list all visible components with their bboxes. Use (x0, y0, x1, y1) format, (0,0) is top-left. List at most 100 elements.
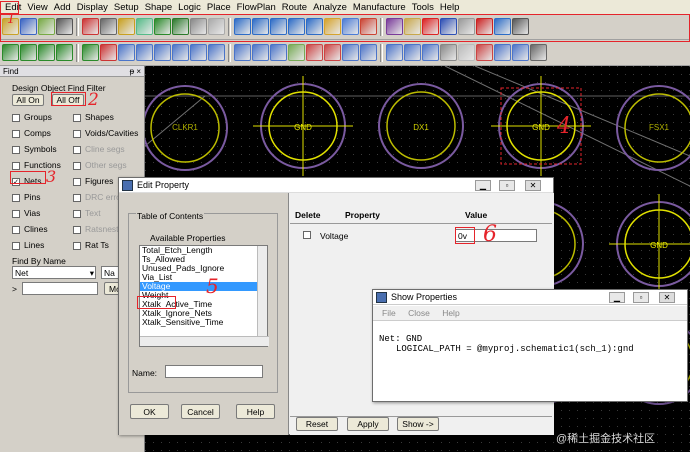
checkbox[interactable] (73, 129, 81, 138)
secondary-tool-16-icon[interactable] (288, 44, 305, 61)
checkbox[interactable] (73, 193, 81, 202)
checkbox[interactable] (12, 113, 20, 122)
ok-button[interactable]: OK (130, 404, 169, 419)
minimize-icon[interactable]: ▁ (609, 292, 625, 303)
filter-symbols[interactable]: Symbols (12, 144, 57, 154)
checkbox[interactable] (73, 161, 81, 170)
secondary-tool-19-icon[interactable] (342, 44, 359, 61)
checkbox[interactable] (12, 193, 20, 202)
secondary-tool-6-icon[interactable] (100, 44, 117, 61)
secondary-tool-12-icon[interactable] (208, 44, 225, 61)
secondary-tool-29-icon[interactable] (530, 44, 547, 61)
secondary-tool-17-icon[interactable] (306, 44, 323, 61)
close-icon[interactable]: ✕ (525, 180, 541, 191)
reset-button[interactable]: Reset (296, 417, 338, 431)
filter-shapes[interactable]: Shapes (73, 112, 114, 122)
secondary-tool-2-icon[interactable] (20, 44, 37, 61)
property-item[interactable]: Xtalk_Sensitive_Time (140, 318, 267, 327)
checkbox[interactable] (73, 145, 81, 154)
menu-logic[interactable]: Logic (175, 2, 204, 13)
menu-route[interactable]: Route (279, 2, 310, 13)
menu-analyze[interactable]: Analyze (310, 2, 350, 13)
name-input[interactable] (165, 365, 263, 378)
secondary-tool-9-icon[interactable] (154, 44, 171, 61)
help-button[interactable]: Help (236, 404, 275, 419)
checkbox[interactable] (12, 145, 20, 154)
filter-cline-segs[interactable]: Cline segs (73, 144, 125, 154)
menu-file[interactable]: File (382, 308, 396, 318)
panel-pin-close-icon[interactable]: ᵽ × (130, 67, 141, 76)
menu-place[interactable]: Place (204, 2, 234, 13)
filter-pins[interactable]: Pins (12, 192, 41, 202)
secondary-tool-5-icon[interactable] (82, 44, 99, 61)
checkbox[interactable] (73, 209, 81, 218)
cancel-button[interactable]: Cancel (181, 404, 220, 419)
secondary-tool-20-icon[interactable] (360, 44, 377, 61)
secondary-tool-3-icon[interactable] (38, 44, 55, 61)
checkbox[interactable] (12, 209, 20, 218)
filter-groups[interactable]: Groups (12, 112, 52, 122)
checkbox[interactable] (12, 129, 20, 138)
menu-view[interactable]: View (24, 2, 50, 13)
secondary-tool-1-icon[interactable] (2, 44, 19, 61)
checkbox[interactable] (12, 241, 20, 250)
secondary-tool-23-icon[interactable] (422, 44, 439, 61)
maximize-icon[interactable]: ▫ (499, 180, 515, 191)
secondary-tool-7-icon[interactable] (118, 44, 135, 61)
secondary-tool-27-icon[interactable] (494, 44, 511, 61)
menu-close[interactable]: Close (408, 308, 430, 318)
filter-text[interactable]: Text (73, 208, 101, 218)
menu-tools[interactable]: Tools (409, 2, 437, 13)
checkbox[interactable] (12, 225, 20, 234)
delete-checkbox[interactable] (303, 231, 311, 239)
secondary-tool-24-icon[interactable] (440, 44, 457, 61)
secondary-tool-4-icon[interactable] (56, 44, 73, 61)
checkbox[interactable] (73, 177, 81, 186)
filter-ratsnest[interactable]: Ratsnest (73, 224, 119, 234)
filter-drc-erro[interactable]: DRC erro (73, 192, 121, 202)
find-type-select[interactable]: Net ▾ (12, 266, 96, 279)
filter-label: Voids/Cavities (85, 128, 139, 138)
filter-figures[interactable]: Figures (73, 176, 113, 186)
checkbox[interactable] (73, 225, 81, 234)
menu-help[interactable]: Help (437, 2, 463, 13)
secondary-tool-8-icon[interactable] (136, 44, 153, 61)
menu-display[interactable]: Display (74, 2, 111, 13)
apply-button[interactable]: Apply (347, 417, 389, 431)
menu-shape[interactable]: Shape (142, 2, 175, 13)
vertical-scrollbar[interactable] (257, 246, 267, 336)
checkbox[interactable] (12, 161, 20, 170)
maximize-icon[interactable]: ▫ (633, 292, 649, 303)
secondary-tool-11-icon[interactable] (190, 44, 207, 61)
secondary-tool-15-icon[interactable] (270, 44, 287, 61)
filter-clines[interactable]: Clines (12, 224, 48, 234)
menu-add[interactable]: Add (51, 2, 74, 13)
filter-other-segs[interactable]: Other segs (73, 160, 127, 170)
secondary-tool-26-icon[interactable] (476, 44, 493, 61)
show-button[interactable]: Show -> (397, 417, 439, 431)
secondary-tool-13-icon[interactable] (234, 44, 251, 61)
minimize-icon[interactable]: ▁ (475, 180, 491, 191)
checkbox[interactable] (73, 113, 81, 122)
menu-flowplan[interactable]: FlowPlan (234, 2, 279, 13)
filter-voids-cavities[interactable]: Voids/Cavities (73, 128, 138, 138)
secondary-tool-14-icon[interactable] (252, 44, 269, 61)
filter-comps[interactable]: Comps (12, 128, 51, 138)
menu-manufacture[interactable]: Manufacture (350, 2, 409, 13)
menu-setup[interactable]: Setup (111, 2, 142, 13)
checkbox[interactable] (73, 241, 81, 250)
secondary-tool-25-icon[interactable] (458, 44, 475, 61)
secondary-tool-10-icon[interactable] (172, 44, 189, 61)
all-on-button[interactable]: All On (12, 94, 44, 106)
secondary-tool-21-icon[interactable] (386, 44, 403, 61)
secondary-tool-22-icon[interactable] (404, 44, 421, 61)
filter-rat-ts[interactable]: Rat Ts (73, 240, 109, 250)
secondary-tool-18-icon[interactable] (324, 44, 341, 61)
close-icon[interactable]: ✕ (659, 292, 675, 303)
filter-lines[interactable]: Lines (12, 240, 44, 250)
horizontal-scrollbar[interactable] (140, 336, 269, 346)
menu-help[interactable]: Help (442, 308, 459, 318)
find-name-input[interactable] (22, 282, 98, 295)
filter-vias[interactable]: Vias (12, 208, 40, 218)
secondary-tool-28-icon[interactable] (512, 44, 529, 61)
